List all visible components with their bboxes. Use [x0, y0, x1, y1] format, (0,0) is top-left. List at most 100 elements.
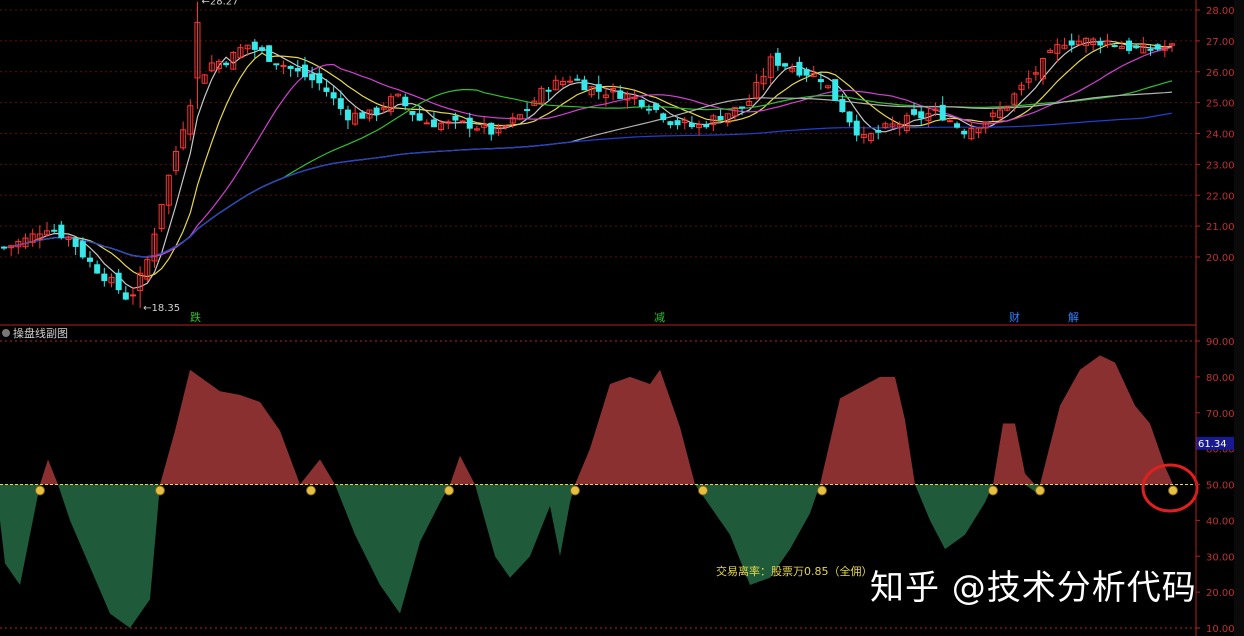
candle-body: [918, 111, 925, 119]
cross-signal-icon: [1168, 485, 1178, 496]
watermark: 知乎 @技术分析代码: [870, 568, 1197, 608]
price-tick-label: 22.00: [1206, 191, 1235, 202]
fee-note: 交易离率：股票万0.85（全佣）: [716, 565, 873, 578]
candle-body: [251, 41, 258, 50]
event-marker-label[interactable]: 跌: [190, 310, 201, 324]
candle-body: [301, 64, 308, 78]
sub-tick-label: 10.00: [1206, 624, 1235, 635]
candle-body: [309, 73, 316, 81]
candle-body: [459, 120, 466, 123]
cross-signal-icon: [155, 485, 165, 496]
price-tick-label: 25.00: [1206, 99, 1235, 110]
candle-body: [1, 246, 7, 249]
candle-body: [1133, 45, 1140, 49]
candle-body: [115, 272, 122, 291]
cross-signal-icon: [1035, 485, 1045, 496]
candle-body: [667, 121, 674, 126]
candle-body: [287, 65, 294, 69]
candle-body: [774, 52, 781, 66]
candle-body: [839, 98, 846, 113]
event-marker-label[interactable]: 财: [1009, 310, 1020, 324]
candle-body: [782, 63, 789, 67]
candle-body: [344, 109, 351, 121]
candle-body: [717, 116, 724, 121]
right-toolbar-strip: [1234, 0, 1244, 636]
current-value-label: 61.34: [1198, 439, 1227, 450]
sub-tick-label: 40.00: [1206, 516, 1235, 527]
candle-body: [373, 107, 380, 115]
candle-body: [638, 99, 645, 107]
candle-body: [72, 238, 79, 247]
ma-line: [3, 112, 1173, 258]
ma-line: [3, 91, 1173, 258]
candle-body: [129, 294, 136, 297]
candle-body: [660, 113, 667, 121]
ma-line: [3, 42, 1173, 278]
candle-body: [524, 109, 531, 112]
candle-body: [803, 69, 810, 76]
candle-body: [79, 241, 86, 258]
candle-body: [223, 62, 230, 66]
cross-signal-icon: [444, 485, 454, 496]
candle-body: [832, 79, 839, 101]
candle-body: [416, 113, 423, 121]
candle-body: [817, 79, 824, 83]
candle-body: [1111, 45, 1118, 48]
candlesticks: ←28.27 ←18.35: [1, 0, 1175, 314]
indicator-toggle-icon[interactable]: [2, 329, 10, 337]
price-tick-label: 23.00: [1206, 160, 1235, 171]
candle-body: [273, 63, 280, 66]
cross-signal-icon: [35, 485, 45, 496]
candle-body: [122, 292, 129, 300]
candle-body: [402, 96, 409, 107]
sub-tick-label: 80.00: [1206, 373, 1235, 384]
candle-body: [280, 64, 287, 67]
price-tick-label: 21.00: [1206, 222, 1235, 233]
event-markers: 跌减财解: [190, 310, 1079, 324]
candle-body: [1154, 44, 1161, 50]
candle-body: [452, 115, 459, 121]
sub-chart-title[interactable]: 操盘线副图: [2, 325, 68, 341]
candle-body: [337, 98, 344, 109]
candle-body: [1147, 48, 1154, 51]
candle-body: [581, 79, 588, 91]
event-marker-label[interactable]: 解: [1068, 310, 1079, 324]
candle-body: [946, 120, 953, 123]
candle-body: [846, 111, 853, 123]
sub-chart-title-label: 操盘线副图: [13, 327, 68, 340]
candle-body: [545, 89, 552, 92]
cross-signal-icon: [988, 485, 998, 496]
osc-area-above: [0, 355, 1173, 485]
candle-body: [502, 125, 509, 128]
main-price-axis: 28.00 27.00 26.00 25.00 24.00 23.00 22.00 21.00…: [1196, 6, 1235, 264]
candle-body: [1126, 40, 1133, 51]
candle-body: [688, 122, 695, 128]
candle-body: [409, 110, 416, 115]
candle-body: [294, 67, 301, 72]
cross-signal-icon: [570, 485, 580, 496]
price-tick-label: 20.00: [1206, 253, 1235, 264]
candle-body: [796, 61, 803, 76]
candle-body: [875, 129, 882, 133]
candle-body: [101, 273, 108, 282]
candle-body: [430, 119, 437, 128]
candle-body: [86, 257, 93, 262]
candle-body: [911, 109, 918, 115]
cross-signal-icon: [306, 485, 316, 496]
candle-body: [653, 103, 660, 110]
price-tick-label: 27.00: [1206, 37, 1235, 48]
candle-body: [954, 123, 961, 128]
sub-tick-label: 70.00: [1206, 409, 1235, 420]
price-tick-label: 24.00: [1206, 130, 1235, 141]
sub-tick-label: 90.00: [1206, 337, 1235, 348]
candle-body: [617, 90, 624, 99]
candle-body: [488, 122, 495, 135]
candle-body: [423, 122, 430, 125]
candle-body: [466, 117, 473, 129]
candle-body: [94, 264, 101, 274]
candle-body: [330, 92, 337, 99]
candle-body: [266, 45, 273, 62]
price-tick-label: 26.00: [1206, 68, 1235, 79]
candle-body: [939, 104, 946, 121]
event-marker-label[interactable]: 减: [654, 311, 665, 324]
